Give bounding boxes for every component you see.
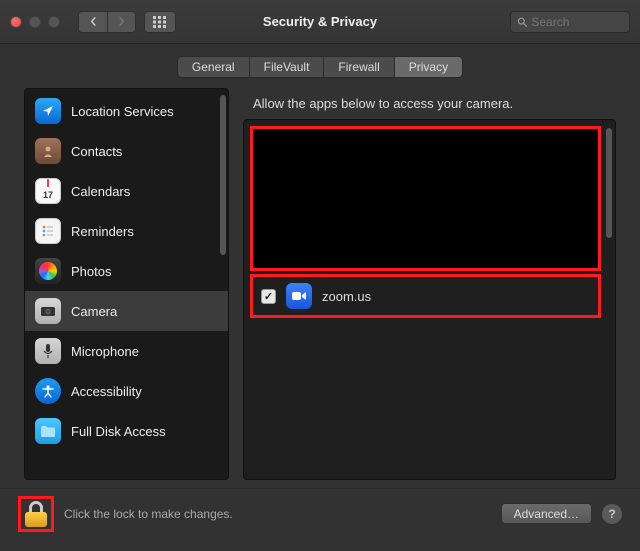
sidebar-item-label: Accessibility xyxy=(71,384,142,399)
sidebar-item-label: Reminders xyxy=(71,224,134,239)
sidebar-item-label: Location Services xyxy=(71,104,174,119)
app-list: ✓ zoom.us xyxy=(243,119,616,480)
help-button[interactable]: ? xyxy=(602,504,622,524)
sidebar-item-location-services[interactable]: Location Services xyxy=(25,91,228,131)
location-arrow-icon xyxy=(35,98,61,124)
lock-button[interactable] xyxy=(25,501,47,527)
zoom-window-button[interactable] xyxy=(48,16,60,28)
tab-privacy[interactable]: Privacy xyxy=(395,57,462,77)
applist-scrollbar[interactable] xyxy=(606,126,612,473)
show-all-button[interactable] xyxy=(144,11,176,33)
sidebar-item-label: Calendars xyxy=(71,184,130,199)
reminders-icon xyxy=(35,218,61,244)
sidebar-item-label: Contacts xyxy=(71,144,122,159)
lock-hint-text: Click the lock to make changes. xyxy=(64,507,233,521)
sidebar-scrollbar[interactable] xyxy=(220,93,226,475)
sidebar-item-calendars[interactable]: 17 Calendars xyxy=(25,171,228,211)
sidebar-item-camera[interactable]: Camera xyxy=(25,291,228,331)
chevron-right-icon xyxy=(117,17,126,26)
sidebar-item-label: Camera xyxy=(71,304,117,319)
sidebar-item-reminders[interactable]: Reminders xyxy=(25,211,228,251)
tab-firewall[interactable]: Firewall xyxy=(324,57,394,77)
titlebar: Security & Privacy xyxy=(0,0,640,44)
calendar-icon: 17 xyxy=(35,178,61,204)
sidebar-item-label: Microphone xyxy=(71,344,139,359)
search-input[interactable] xyxy=(531,15,623,29)
category-sidebar: Location Services Contacts 17 Calendars xyxy=(24,88,229,480)
lock-body-icon xyxy=(25,512,47,527)
main-header: Allow the apps below to access your came… xyxy=(243,88,616,119)
forward-button[interactable] xyxy=(107,12,135,32)
camera-icon xyxy=(35,298,61,324)
app-row-zoom[interactable]: ✓ zoom.us xyxy=(250,274,601,318)
grid-icon xyxy=(153,16,167,28)
main-pane: Allow the apps below to access your came… xyxy=(243,88,616,480)
help-button-label: ? xyxy=(608,507,615,521)
highlight-box-lock xyxy=(18,496,54,532)
microphone-icon xyxy=(35,338,61,364)
tab-label: Privacy xyxy=(409,60,448,74)
chevron-left-icon xyxy=(89,17,98,26)
footer-bar: Click the lock to make changes. Advanced… xyxy=(0,488,640,538)
tab-label: General xyxy=(192,60,235,74)
advanced-button[interactable]: Advanced… xyxy=(501,503,592,524)
sidebar-item-photos[interactable]: Photos xyxy=(25,251,228,291)
sidebar-item-full-disk-access[interactable]: Full Disk Access xyxy=(25,411,228,451)
close-window-button[interactable] xyxy=(10,16,22,28)
tab-label: FileVault xyxy=(264,60,310,74)
accessibility-icon xyxy=(35,378,61,404)
tab-general[interactable]: General xyxy=(178,57,250,77)
advanced-button-label: Advanced… xyxy=(514,507,579,521)
scrollbar-thumb[interactable] xyxy=(220,95,226,255)
scrollbar-thumb[interactable] xyxy=(606,128,612,238)
back-button[interactable] xyxy=(79,12,107,32)
highlight-box-apps-area xyxy=(250,126,601,271)
sidebar-item-accessibility[interactable]: Accessibility xyxy=(25,371,228,411)
sidebar-item-microphone[interactable]: Microphone xyxy=(25,331,228,371)
checkbox-zoom[interactable]: ✓ xyxy=(261,289,276,304)
window-controls xyxy=(10,16,60,28)
sidebar-item-contacts[interactable]: Contacts xyxy=(25,131,228,171)
tab-group: General FileVault Firewall Privacy xyxy=(177,56,463,78)
photos-icon xyxy=(35,258,61,284)
content-area: Location Services Contacts 17 Calendars xyxy=(0,88,640,488)
tab-label: Firewall xyxy=(338,60,379,74)
folder-icon xyxy=(35,418,61,444)
search-field[interactable] xyxy=(510,11,630,33)
sidebar-item-label: Full Disk Access xyxy=(71,424,166,439)
nav-buttons xyxy=(78,11,136,33)
search-icon xyxy=(517,16,527,28)
app-name-label: zoom.us xyxy=(322,289,371,304)
contacts-icon xyxy=(35,138,61,164)
minimize-window-button[interactable] xyxy=(29,16,41,28)
tab-filevault[interactable]: FileVault xyxy=(250,57,325,77)
zoom-app-icon xyxy=(286,283,312,309)
sidebar-item-label: Photos xyxy=(71,264,111,279)
window-title: Security & Privacy xyxy=(263,14,377,29)
tabs-row: General FileVault Firewall Privacy xyxy=(0,44,640,88)
